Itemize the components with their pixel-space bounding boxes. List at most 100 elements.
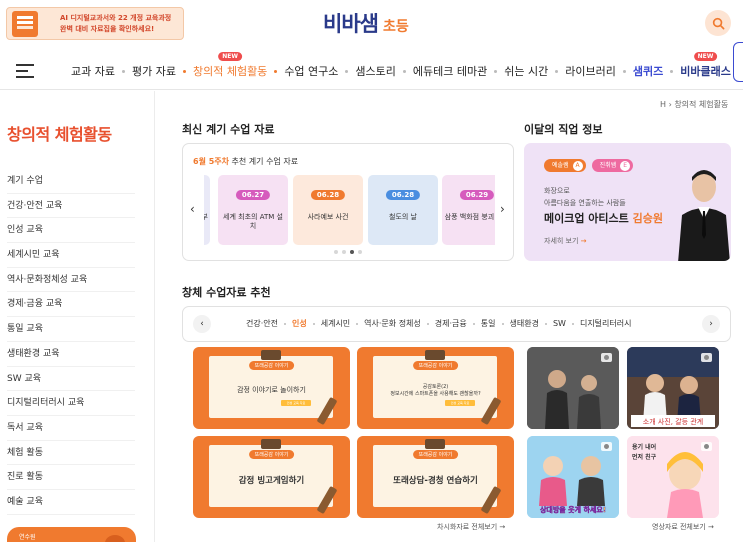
menu-icon[interactable] <box>16 64 34 78</box>
site-logo[interactable]: 비바샘 초등 <box>323 8 409 38</box>
job-more-text: 자세히 보기 <box>544 237 579 245</box>
nav-separator <box>622 69 626 73</box>
lesson-tile[interactable]: 또래공감 이야기 감정 이야기로 놀이하기 인성 교육 자료 <box>193 347 350 429</box>
nav-item-6[interactable]: 에듀테크 테마관 <box>413 63 487 79</box>
sidebar-item[interactable]: 인성 교육 <box>7 218 135 244</box>
home-icon[interactable]: H <box>660 100 666 109</box>
teacher-pill-1: 예솔쌤 A <box>544 159 586 172</box>
job-info-card[interactable]: 예솔쌤 A 진취쌤 E 화장으로 아름다움을 연출하는 사람들 메이크업 아티스트 … <box>524 143 731 261</box>
nav-item-5[interactable]: 샘스토리 <box>355 63 395 79</box>
category-prev-button[interactable]: ‹ <box>193 315 211 333</box>
nav-item-9[interactable]: 샘퀴즈 <box>633 63 663 79</box>
nav-separator <box>494 69 498 73</box>
carousel-dot[interactable] <box>334 250 338 254</box>
weekly-label-week: 6월 5주차 <box>193 157 229 166</box>
nav-item-label: 비바클래스 <box>680 65 731 78</box>
weekly-next-button[interactable]: › <box>500 202 505 216</box>
video-more-text: 영상자료 전체보기 <box>652 523 706 531</box>
sidebar-item[interactable]: 체험 활동 <box>7 441 135 466</box>
nav-item-8[interactable]: 라이브러리 <box>565 63 616 79</box>
sidebar-item[interactable]: 계기 수업 <box>7 169 135 194</box>
category-tab[interactable]: 건강·안전 <box>246 318 278 329</box>
camera-icon <box>601 353 612 362</box>
category-tab[interactable]: 통일 <box>481 318 496 329</box>
login-button[interactable] <box>733 42 743 82</box>
lesson-tile[interactable]: 또래공감 이야기 공감토론(2) 정보시간에 스마트폰을 사용해도 괜찮을까? 인성… <box>357 347 514 429</box>
lesson-tile[interactable]: 또래공감 이야기 감정 빙고게임하기 <box>193 436 350 518</box>
job-more-link[interactable]: 자세히 보기 → <box>544 236 587 246</box>
carousel-dot[interactable] <box>358 250 362 254</box>
lesson-tile-tag: 또래공감 이야기 <box>248 450 295 459</box>
lesson-more-link[interactable]: 차시화자료 전체보기 → <box>437 522 505 532</box>
nav-item-3[interactable]: 창의적 체험활동 NEW <box>192 52 268 79</box>
category-tab[interactable]: SW <box>553 319 566 328</box>
category-tab[interactable]: 세계시민 <box>321 318 350 329</box>
nav-item-10[interactable]: 비바클래스 NEW <box>680 52 731 79</box>
sidebar-banner[interactable]: 연수원 <box>7 527 136 542</box>
video-thumbnail-4[interactable]: 용기 내어 먼저 친구 <box>627 436 719 518</box>
sidebar-item[interactable]: 진로 활동 <box>7 465 135 490</box>
weekly-card-date: 06.27 <box>235 190 271 200</box>
weekly-card[interactable]: 06.27 세계 최초의 ATM 설치 <box>218 175 288 245</box>
sidebar-item[interactable]: SW 교육 <box>7 367 135 392</box>
category-tab[interactable]: 인성 <box>292 318 307 329</box>
nav-item-label: 창의적 체험활동 <box>192 65 268 78</box>
arrow-right-icon: → <box>580 237 587 245</box>
weekly-section-title: 최신 계기 수업 자료 <box>182 123 275 136</box>
carousel-dots <box>334 250 362 254</box>
category-tab[interactable]: 경제·금융 <box>435 318 467 329</box>
weekly-card-title: 철도의 날 <box>389 213 417 221</box>
carousel-dot-active[interactable] <box>350 250 354 254</box>
lesson-tile-foot: 인성 교육 자료 <box>445 400 475 406</box>
nav-separator <box>670 69 674 73</box>
weekly-label-rest: 추천 계기 수업 자료 <box>229 157 299 166</box>
category-tab[interactable]: 디지털리터러시 <box>580 318 632 329</box>
search-button[interactable] <box>705 10 731 36</box>
sidebar-item[interactable]: 경제·금융 교육 <box>7 292 135 318</box>
camera-icon <box>701 442 712 451</box>
category-separator <box>283 322 286 325</box>
carousel-dot[interactable] <box>342 250 346 254</box>
weekly-prev-button[interactable]: ‹ <box>190 202 195 216</box>
person-photo <box>678 170 730 261</box>
sidebar-item[interactable]: 통일 교육 <box>7 317 135 342</box>
breadcrumb-current: 창의적 체험활동 <box>674 100 729 109</box>
nav-separator <box>402 69 406 73</box>
video-thumbnail-3[interactable]: 상대방을 웃게 하세요! <box>527 436 619 518</box>
nav-item-4[interactable]: 수업 연구소 <box>284 63 338 79</box>
category-bar: ‹ 건강·안전 인성 세계시민 역사·문화 정체성 경제·금융 통일 생태환경 SW 디지털리터… <box>182 306 731 342</box>
video-more-link[interactable]: 영상자료 전체보기 → <box>652 522 714 532</box>
weekly-card[interactable]: 06.29 삼풍 백화점 붕괴 사고 <box>442 175 495 245</box>
sidebar-item[interactable]: 생태환경 교육 <box>7 342 135 367</box>
nav-item-2[interactable]: 평가 자료 <box>132 63 176 79</box>
nav-item-7[interactable]: 쉬는 시간 <box>504 63 548 79</box>
clip-icon <box>261 439 281 449</box>
lesson-tile[interactable]: 또래공감 이야기또래상담-경청 연습하기 <box>357 436 514 518</box>
sidebar-item[interactable]: 건강·안전 교육 <box>7 194 135 219</box>
nav-item-1[interactable]: 교과 자료 <box>71 63 115 79</box>
video-thumbnail-1[interactable] <box>527 347 619 429</box>
lesson-tile-tag: 또래공감 이야기 <box>412 450 459 459</box>
promo-banner[interactable]: AI 디지털교과서와 22 개정 교육과정 완벽 대비 자료집을 확인하세요! <box>6 7 184 40</box>
sidebar-item[interactable]: 역사·문화정체성 교육 <box>7 268 135 293</box>
category-tab[interactable]: 생태환경 <box>510 318 539 329</box>
sidebar-item[interactable]: 세계시민 교육 <box>7 243 135 268</box>
weekly-card-title: 사라예보 사건 <box>307 213 349 221</box>
category-next-button[interactable]: › <box>702 315 720 333</box>
category-separator <box>544 322 547 325</box>
character-icon <box>105 535 125 542</box>
category-separator <box>356 322 359 325</box>
sidebar-item[interactable]: 예술 교육 <box>7 490 135 515</box>
weekly-card[interactable]: 06.28 철도의 날 <box>368 175 438 245</box>
category-tab[interactable]: 역사·문화 정체성 <box>364 318 421 329</box>
weekly-card[interactable]: 부 <box>204 175 210 245</box>
camera-icon <box>601 442 612 451</box>
sidebar-item[interactable]: 독서 교육 <box>7 416 135 441</box>
lesson-tile-title: 또래상담-경청 연습하기 <box>393 476 478 486</box>
weekly-card[interactable]: 06.28 사라예보 사건 <box>293 175 363 245</box>
camera-icon <box>701 353 712 362</box>
video-thumbnail-2[interactable]: 소개 사진, 갈등 관계 <box>627 347 719 429</box>
nav-item-label: 샘스토리 <box>355 65 396 78</box>
book-icon <box>12 10 38 37</box>
sidebar-item[interactable]: 디지털리터러시 교육 <box>7 391 135 416</box>
